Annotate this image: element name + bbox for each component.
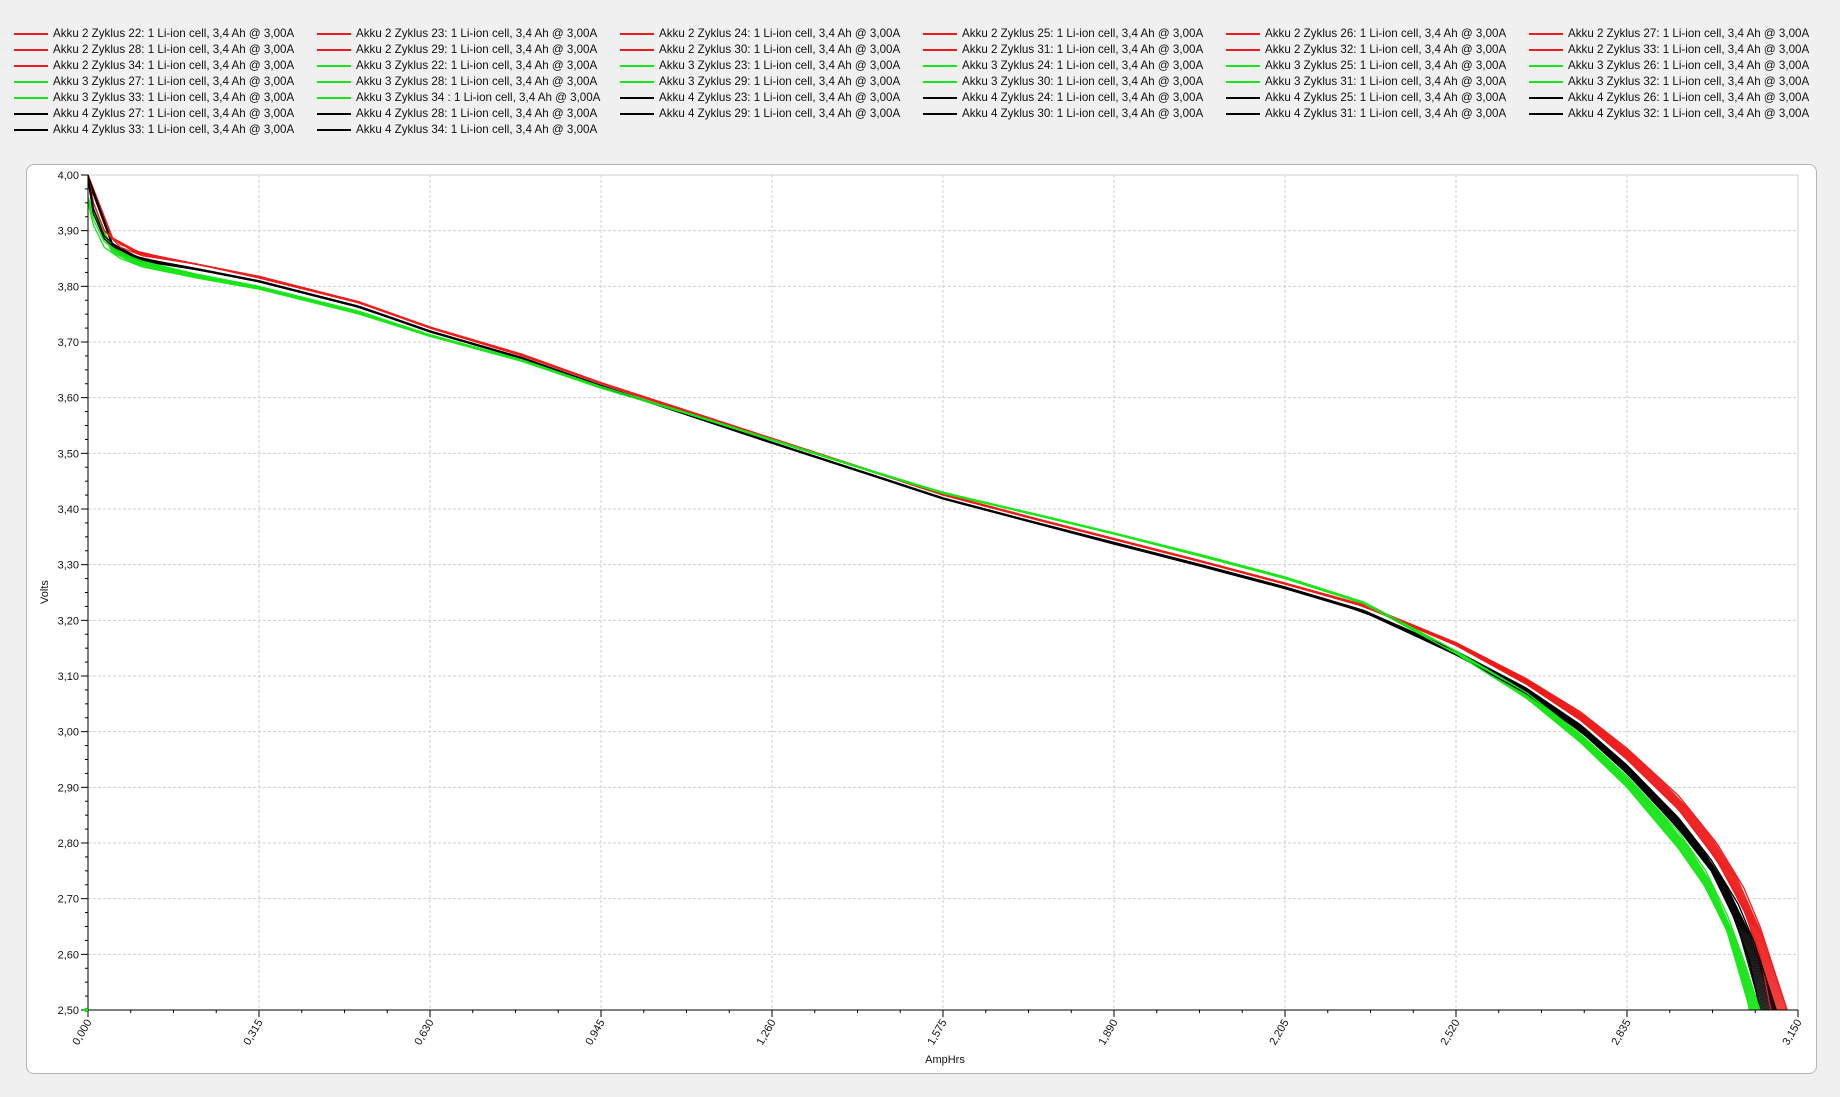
series-curve-black [87, 179, 1762, 1011]
x-tick-label: 0,315 [241, 1018, 265, 1048]
y-tick-label: 2,60 [58, 949, 79, 961]
series-curve-black [87, 174, 1777, 1011]
series-curve-red [87, 174, 1781, 1011]
series-curve-red [87, 174, 1772, 1011]
x-tick-label: 0,945 [583, 1018, 607, 1048]
x-axis-title: AmpHrs [925, 1054, 965, 1066]
y-tick-label: 2,70 [58, 894, 79, 906]
series-curve-black [87, 179, 1763, 1011]
series-curve-red [87, 174, 1786, 1011]
y-tick-label: 3,50 [58, 448, 79, 460]
series-curves [87, 174, 1788, 1011]
series-curve-green [87, 201, 1752, 1011]
y-tick-label: 2,90 [58, 782, 79, 794]
series-curve-green [87, 197, 1760, 1011]
y-axis-title: Volts [39, 580, 51, 604]
x-tick-label: 0,000 [70, 1018, 94, 1048]
series-curve-black [87, 180, 1761, 1011]
y-tick-label: 2,80 [58, 838, 79, 850]
series-curve-green [87, 198, 1758, 1011]
series-curve-green [87, 197, 1761, 1011]
series-curve-red [87, 174, 1784, 1011]
y-tick-label: 3,80 [58, 281, 79, 293]
y-tick-label: 3,20 [58, 615, 79, 627]
line-chart: 2,50 2,60 2,70 2,80 2,90 3,00 3,10 3,20 3,30 3,40… [39, 170, 1805, 1066]
y-tick-label: 4,00 [58, 170, 79, 182]
series-curve-red [87, 174, 1777, 1011]
series-curve-green [87, 202, 1750, 1011]
series-curve-red [87, 174, 1778, 1011]
x-tick-label: 1,890 [1096, 1018, 1120, 1048]
series-curve-black [87, 179, 1765, 1011]
y-tick-label: 2,50 [58, 1005, 79, 1017]
y-tick-label: 3,90 [58, 226, 79, 238]
y-tick-label: 3,00 [58, 727, 79, 739]
series-curve-black [87, 175, 1776, 1011]
x-tick-label: 1,260 [754, 1018, 778, 1048]
series-curve-red [87, 174, 1773, 1011]
y-tick-label: 3,70 [58, 337, 79, 349]
x-tick-label: 2,835 [1609, 1018, 1633, 1048]
x-tick-label: 2,520 [1438, 1018, 1462, 1048]
series-curve-green [87, 200, 1755, 1011]
x-tick-label: 3,150 [1780, 1018, 1804, 1048]
series-curve-black [87, 175, 1775, 1011]
y-tick-label: 3,40 [58, 504, 79, 516]
series-curve-green [87, 201, 1752, 1011]
grid-lines [88, 174, 1799, 1010]
y-tick-label: 3,60 [58, 393, 79, 405]
series-curve-red [87, 174, 1780, 1011]
series-curve-red [87, 174, 1788, 1011]
series-curve-red [87, 174, 1782, 1011]
series-curve-black [87, 178, 1766, 1011]
x-tick-label: 1,575 [925, 1018, 949, 1048]
series-curve-green [87, 199, 1757, 1011]
series-curve-red [87, 174, 1775, 1011]
series-curve-green [87, 199, 1756, 1011]
x-tick-label: 2,205 [1267, 1018, 1291, 1048]
y-tick-label: 3,30 [58, 560, 79, 572]
x-tick-label: 0,630 [412, 1018, 436, 1048]
series-curve-green [87, 200, 1754, 1011]
series-curve-green [87, 199, 1756, 1011]
origin-marker [83, 1007, 89, 1013]
series-curve-red [87, 174, 1779, 1011]
series-curve-green [87, 202, 1751, 1011]
series-curve-green [87, 201, 1753, 1011]
series-curve-red [87, 174, 1785, 1011]
series-curve-green [87, 197, 1759, 1011]
series-curve-red [87, 174, 1774, 1011]
y-tick-label: 3,10 [58, 671, 79, 683]
series-curve-green [87, 198, 1759, 1011]
series-curve-black [87, 178, 1767, 1011]
series-curve-red [87, 174, 1787, 1011]
